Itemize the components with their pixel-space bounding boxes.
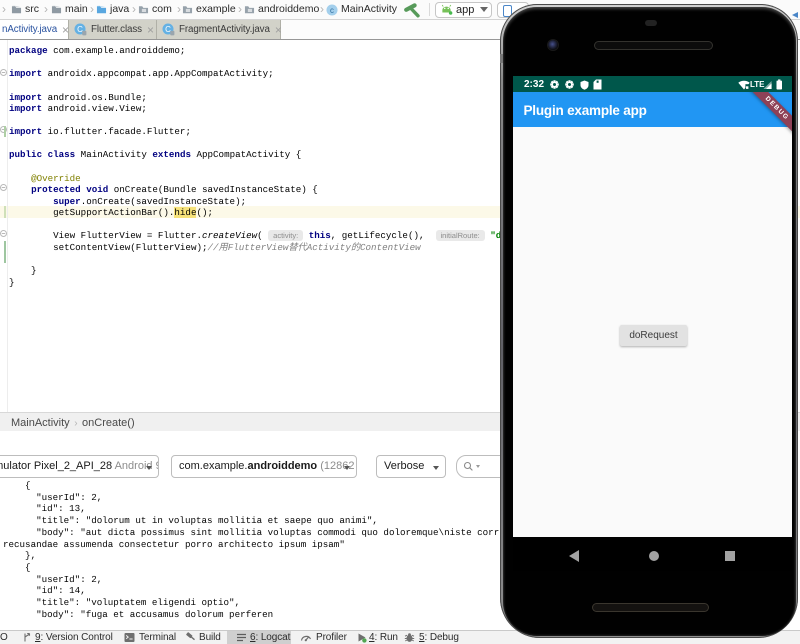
svg-text:c: c [330,5,334,14]
